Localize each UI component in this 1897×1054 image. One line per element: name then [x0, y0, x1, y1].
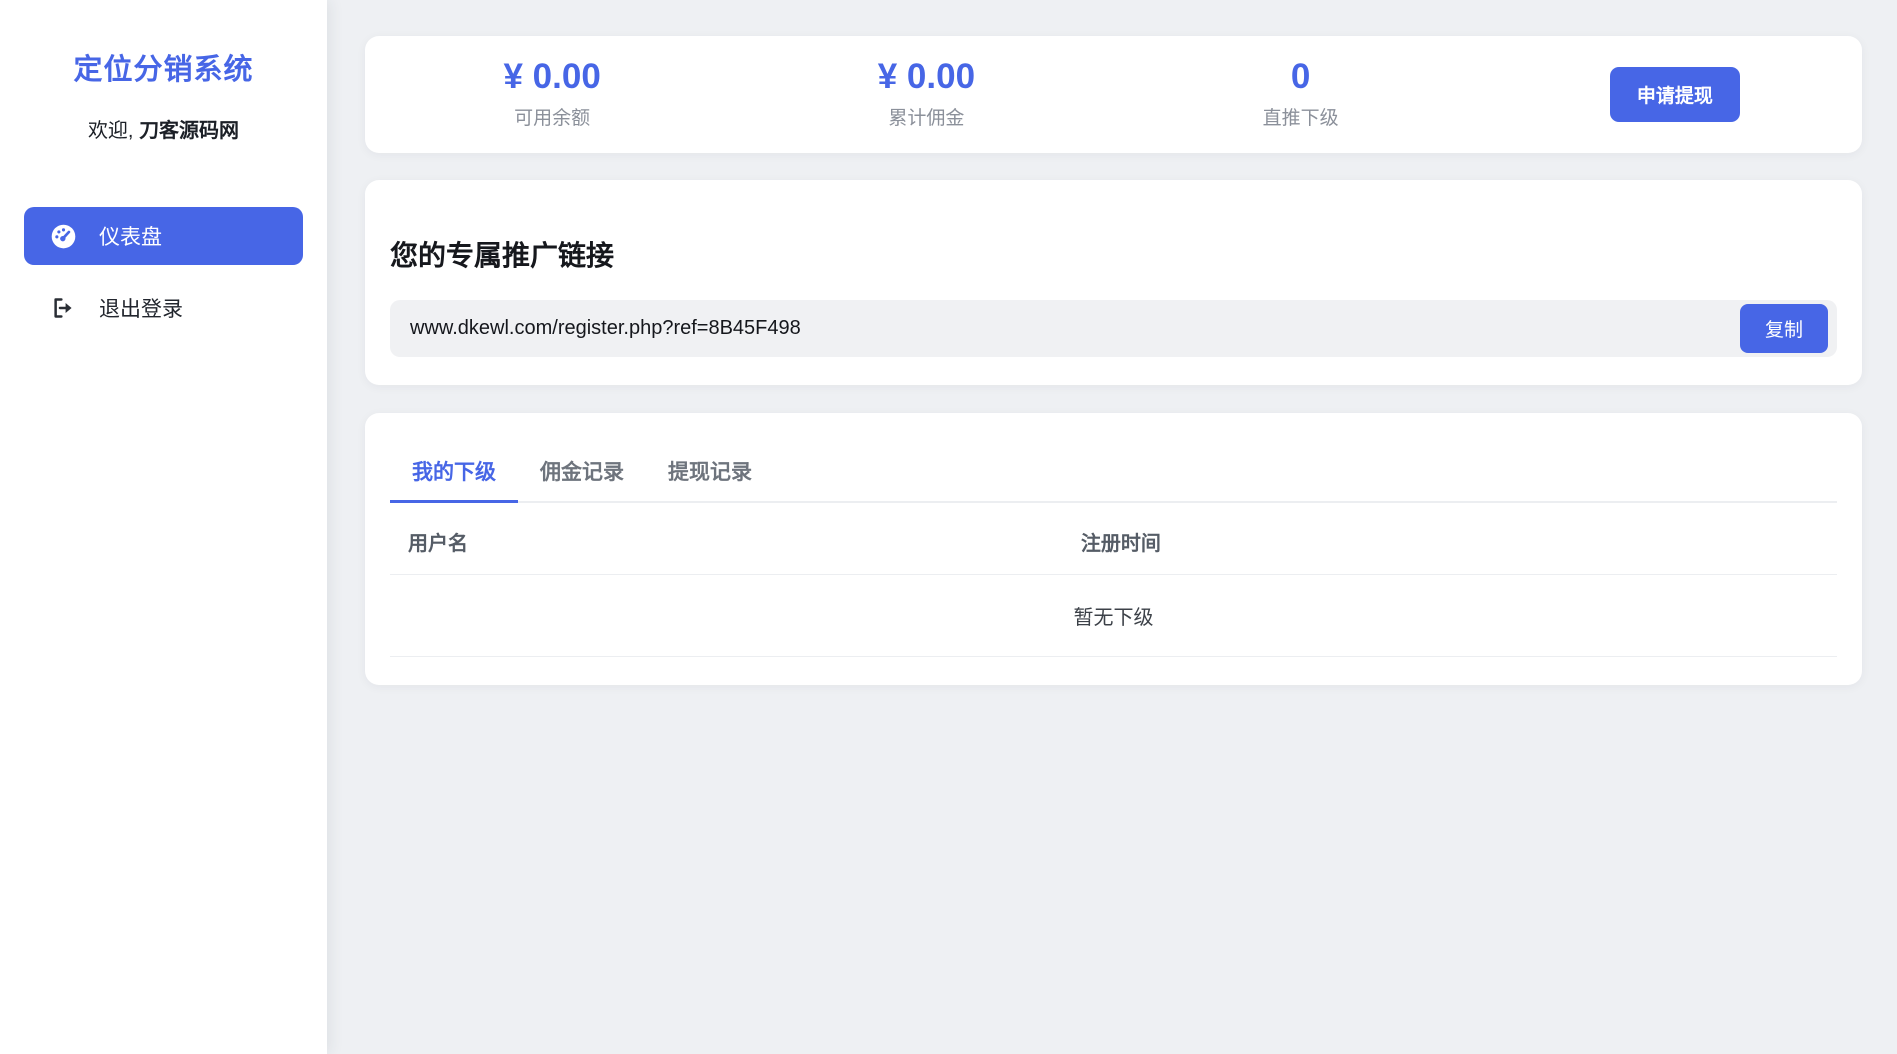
column-header-username: 用户名 — [390, 503, 1063, 575]
stat-value: 0 — [1114, 59, 1488, 94]
stat-value: ¥ 0.00 — [739, 59, 1113, 94]
tab-bar: 我的下级 佣金记录 提现记录 — [390, 443, 1837, 503]
records-card: 我的下级 佣金记录 提现记录 用户名 注册时间 暂无下级 — [365, 413, 1862, 685]
tab-my-subordinates[interactable]: 我的下级 — [390, 443, 518, 503]
withdraw-button[interactable]: 申请提现 — [1610, 67, 1740, 122]
column-header-register-time: 注册时间 — [1063, 503, 1837, 575]
stat-label: 可用余额 — [365, 103, 739, 130]
sidebar-item-dashboard[interactable]: 仪表盘 — [24, 207, 303, 265]
stat-value: ¥ 0.00 — [365, 59, 739, 94]
sidebar-menu: 仪表盘 退出登录 — [0, 207, 327, 337]
promo-card: 您的专属推广链接 www.dkewl.com/register.php?ref=… — [365, 180, 1862, 385]
sidebar-item-label: 退出登录 — [99, 293, 183, 323]
stat-label: 累计佣金 — [739, 103, 1113, 130]
sidebar-item-logout[interactable]: 退出登录 — [24, 279, 303, 337]
stat-total-commission: ¥ 0.00 累计佣金 — [739, 59, 1113, 130]
tab-withdrawal-records[interactable]: 提现记录 — [646, 443, 774, 503]
app-title: 定位分销系统 — [0, 46, 327, 88]
referral-link: www.dkewl.com/register.php?ref=8B45F498 — [410, 317, 1740, 340]
stats-card: ¥ 0.00 可用余额 ¥ 0.00 累计佣金 0 直推下级 申请提现 — [365, 36, 1862, 153]
app-root: 定位分销系统 欢迎, 刀客源码网 — [0, 0, 1897, 1054]
stat-action-cell: 申请提现 — [1488, 67, 1862, 122]
stat-label: 直推下级 — [1114, 103, 1488, 130]
empty-state-text: 暂无下级 — [390, 575, 1837, 657]
main-content: ¥ 0.00 可用余额 ¥ 0.00 累计佣金 0 直推下级 申请提现 您的专属… — [327, 0, 1897, 1054]
subordinates-table: 用户名 注册时间 暂无下级 — [390, 503, 1837, 657]
table-row: 暂无下级 — [390, 575, 1837, 657]
sign-out-icon — [50, 295, 77, 322]
stat-available-balance: ¥ 0.00 可用余额 — [365, 59, 739, 130]
welcome-prefix: 欢迎, — [88, 120, 134, 142]
table-header-row: 用户名 注册时间 — [390, 503, 1837, 575]
sidebar-item-label: 仪表盘 — [99, 221, 162, 251]
welcome-text: 欢迎, 刀客源码网 — [0, 114, 327, 143]
sidebar: 定位分销系统 欢迎, 刀客源码网 — [0, 0, 327, 1054]
welcome-username: 刀客源码网 — [139, 120, 239, 142]
tab-commission-records[interactable]: 佣金记录 — [518, 443, 646, 503]
promo-title: 您的专属推广链接 — [390, 234, 1837, 274]
stat-direct-subordinates: 0 直推下级 — [1114, 59, 1488, 130]
gauge-icon — [50, 223, 77, 250]
referral-link-bar: www.dkewl.com/register.php?ref=8B45F498 … — [390, 300, 1837, 357]
copy-button[interactable]: 复制 — [1740, 304, 1828, 353]
